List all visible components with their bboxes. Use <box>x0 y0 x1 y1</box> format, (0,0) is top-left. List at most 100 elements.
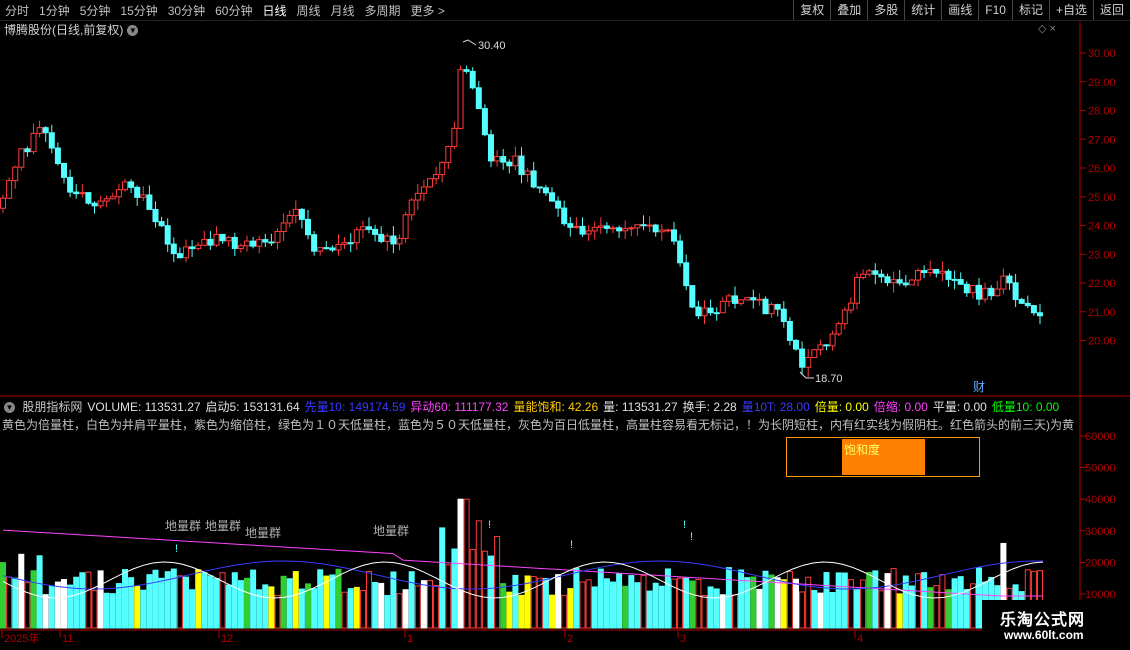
action-button-4[interactable]: 画线 <box>941 0 978 20</box>
diamond-icon[interactable]: ◇ <box>1038 23 1046 35</box>
period-tab-2[interactable]: 5分钟 <box>75 2 116 19</box>
indicator-value-11: 平量: 0.00 <box>932 400 987 414</box>
volume-bar <box>585 579 592 629</box>
high-marker-line <box>462 39 477 46</box>
action-button-8[interactable]: 返回 <box>1092 0 1130 20</box>
volume-bar <box>396 593 403 629</box>
period-tab-4[interactable]: 30分钟 <box>163 2 210 19</box>
volume-bar <box>488 555 494 629</box>
candle-body <box>988 287 995 297</box>
candle-body <box>183 246 189 259</box>
saturation-label: 饱和度 <box>844 443 881 457</box>
candle-body <box>969 284 976 294</box>
volume-bar <box>372 581 379 629</box>
volume-bar <box>42 594 49 629</box>
candle-body <box>286 215 293 224</box>
candle-body <box>292 208 299 217</box>
action-button-0[interactable]: 复权 <box>793 0 830 20</box>
indicator-value-4: 异动60: 111177.32 <box>410 400 509 414</box>
period-tab-0[interactable]: 分时 <box>0 2 34 19</box>
volume-bar <box>652 582 659 629</box>
chevron-down-icon[interactable]: ▼ <box>127 25 139 37</box>
volume-bar <box>579 581 586 629</box>
period-tab-10[interactable]: 更多 > <box>406 2 450 19</box>
volume-bar <box>292 571 299 629</box>
volume-bar <box>780 579 787 629</box>
candle-body <box>146 194 153 210</box>
candle-body <box>603 225 610 229</box>
action-button-5[interactable]: F10 <box>978 0 1012 20</box>
candle-body <box>957 279 964 285</box>
action-button-6[interactable]: 标记 <box>1011 0 1049 20</box>
action-button-2[interactable]: 多股 <box>867 0 904 20</box>
candle-body <box>6 180 13 199</box>
candle-body <box>115 189 122 198</box>
volume-bar <box>122 569 128 629</box>
candle-body <box>835 323 842 335</box>
action-button-3[interactable]: 统计 <box>904 0 941 20</box>
volume-bar <box>701 595 708 629</box>
candle-body <box>744 297 751 301</box>
period-tab-7[interactable]: 周线 <box>291 2 325 19</box>
candle-body <box>671 229 677 242</box>
period-tab-8[interactable]: 月线 <box>326 2 360 19</box>
volume-bar <box>811 589 818 629</box>
candle-body <box>762 298 769 315</box>
volume-bar <box>433 585 440 629</box>
period-tab-9[interactable]: 多周期 <box>360 2 406 19</box>
candle-body <box>939 270 946 274</box>
volume-bar <box>610 581 616 629</box>
candle-body <box>555 200 562 209</box>
volume-bar <box>353 586 360 629</box>
candle-body <box>207 238 214 246</box>
volume-bar <box>573 567 580 629</box>
candle-body <box>67 176 74 193</box>
watermark-url: www.60lt.com <box>1004 628 1084 642</box>
candle-body <box>1037 312 1043 317</box>
period-tab-5[interactable]: 60分钟 <box>210 2 257 19</box>
high-price-label: 30.40 <box>478 40 506 52</box>
candle-body <box>841 309 848 325</box>
volume-bar <box>707 586 714 629</box>
candle-body <box>542 187 549 194</box>
candle-body <box>256 239 263 247</box>
price-candles: 30.40 18.70 财 <box>0 39 1043 394</box>
volume-bar <box>427 579 433 629</box>
volume-bar <box>506 591 513 629</box>
candle-body <box>219 233 226 242</box>
candle-body <box>268 241 275 244</box>
chevron-down-icon[interactable]: ▼ <box>4 402 15 414</box>
candle-body <box>408 199 415 216</box>
period-tab-3[interactable]: 15分钟 <box>115 2 162 19</box>
candle-body <box>1006 275 1013 284</box>
volume-bar <box>311 588 318 629</box>
candle-body <box>140 194 147 198</box>
volume-tick-label: 20000 <box>1085 557 1116 569</box>
action-buttons: 复权 叠加 多股 统计 画线 F10 标记 +自选 返回 <box>793 0 1130 20</box>
long-yin-marker: ! <box>690 531 693 543</box>
candle-body <box>719 300 726 314</box>
volume-bar <box>244 577 250 629</box>
candle-body <box>298 208 305 220</box>
volume-bar <box>744 577 751 629</box>
volume-bar <box>414 585 421 629</box>
volume-bar <box>603 578 610 629</box>
candle-body <box>341 242 348 245</box>
volume-bar <box>835 572 842 629</box>
action-button-1[interactable]: 叠加 <box>830 0 867 20</box>
volume-bar <box>921 572 928 629</box>
volume-bar <box>549 594 555 629</box>
period-tab-6[interactable]: 日线 <box>257 2 291 19</box>
candle-body <box>24 148 31 153</box>
candle-body <box>402 214 409 239</box>
candle-body <box>774 304 781 310</box>
volume-bar <box>799 591 806 629</box>
candle-body <box>616 227 623 232</box>
action-button-7[interactable]: +自选 <box>1048 0 1093 20</box>
volume-bar <box>915 573 921 629</box>
volume-bar <box>359 590 366 629</box>
period-tab-1[interactable]: 1分钟 <box>34 2 75 19</box>
close-icon[interactable]: × <box>1050 23 1056 35</box>
volume-bar <box>738 569 745 629</box>
volume-bar <box>841 572 848 629</box>
